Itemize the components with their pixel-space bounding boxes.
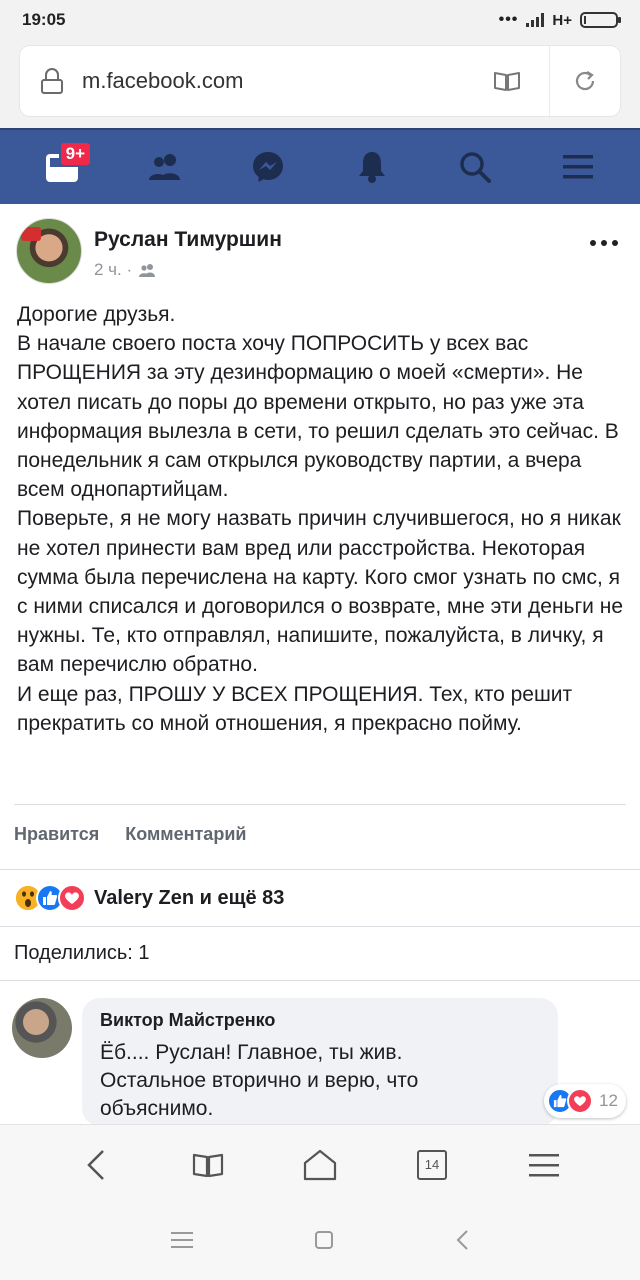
address-bar[interactable]: m.facebook.com [20,46,620,116]
post-meta: Руслан Тимуршин 2 ч. · [94,218,282,300]
post: Руслан Тимуршин 2 ч. · Дорогие друзья. В… [0,204,640,1126]
comment-author[interactable]: Виктор Майстренко [100,1010,540,1031]
post-header: Руслан Тимуршин 2 ч. · [0,204,640,300]
browser-toolbar: m.facebook.com [0,40,640,128]
facebook-nav-bar: 9+ [0,128,640,204]
notification-badge: 9+ [58,141,93,167]
love-reaction-icon [58,884,86,912]
commenter-avatar[interactable] [12,998,72,1058]
recent-apps-icon[interactable] [170,1231,193,1254]
browser-menu-button[interactable] [514,1135,574,1195]
divider [0,980,640,981]
back-button[interactable] [66,1135,126,1195]
browser-bottom-bar: 14 [0,1124,640,1204]
hamburger-menu-icon [529,1153,559,1176]
reader-mode-icon[interactable] [493,70,521,92]
url-text[interactable]: m.facebook.com [82,68,493,94]
comment-reaction-count: 12 [599,1091,618,1110]
status-time: 19:05 [22,10,66,29]
comment-text: Ёб.... Руслан! Главное, ты жив. Остально… [100,1041,419,1120]
friends-button[interactable] [130,137,200,197]
love-reaction-icon [567,1088,593,1114]
post-timestamp-row: 2 ч. · [94,260,282,280]
post-author[interactable]: Руслан Тимуршин [94,228,282,252]
post-text: Дорогие друзья. В начале своего поста хо… [17,303,623,735]
messenger-icon [253,152,284,182]
shares-count[interactable]: Поделились: 1 [14,942,150,965]
more-options-icon[interactable] [590,240,618,246]
divider [0,869,640,870]
system-nav-bar [0,1204,640,1280]
messenger-button[interactable] [233,137,303,197]
home-button[interactable] [290,1135,350,1195]
tabs-button[interactable]: 14 [402,1135,462,1195]
like-button[interactable]: Нравится [14,824,99,845]
book-icon [192,1153,224,1177]
home-icon [303,1149,337,1180]
bookmarks-button[interactable] [178,1135,238,1195]
friends-icon [148,154,180,180]
divider [0,926,640,927]
battery-icon [580,12,621,28]
more-notifications-icon: ••• [498,11,519,28]
hamburger-menu-icon [563,155,594,179]
refresh-icon[interactable] [550,68,620,94]
news-feed-button[interactable]: 9+ [27,137,97,197]
comment-reactions[interactable]: 12 [544,1084,626,1118]
reactions-text: Valery Zen и ещё 83 [94,886,285,909]
friends-audience-icon [139,264,156,277]
network-type: H+ [552,11,572,29]
actions-divider [14,804,626,805]
menu-button[interactable] [543,137,613,197]
lock-icon [40,68,64,94]
status-bar: 19:05 ••• H+ [0,0,640,40]
system-home-icon[interactable] [314,1230,334,1255]
bell-icon [358,152,385,183]
post-actions: Нравится Комментарий [14,824,246,845]
post-time[interactable]: 2 ч. · [94,260,132,280]
signal-icon [526,13,545,27]
system-back-icon[interactable] [455,1229,469,1256]
back-arrow-icon [87,1149,104,1180]
reactions-summary[interactable]: Valery Zen и ещё 83 [14,880,284,916]
comment-button[interactable]: Комментарий [125,824,246,845]
notifications-button[interactable] [337,137,407,197]
tab-count: 14 [417,1149,447,1180]
comment-bubble: Виктор Майстренко Ёб.... Руслан! Главное… [82,998,558,1126]
search-icon [460,152,491,183]
search-button[interactable] [440,137,510,197]
status-indicators: ••• H+ [498,11,621,29]
author-avatar[interactable] [16,218,82,284]
